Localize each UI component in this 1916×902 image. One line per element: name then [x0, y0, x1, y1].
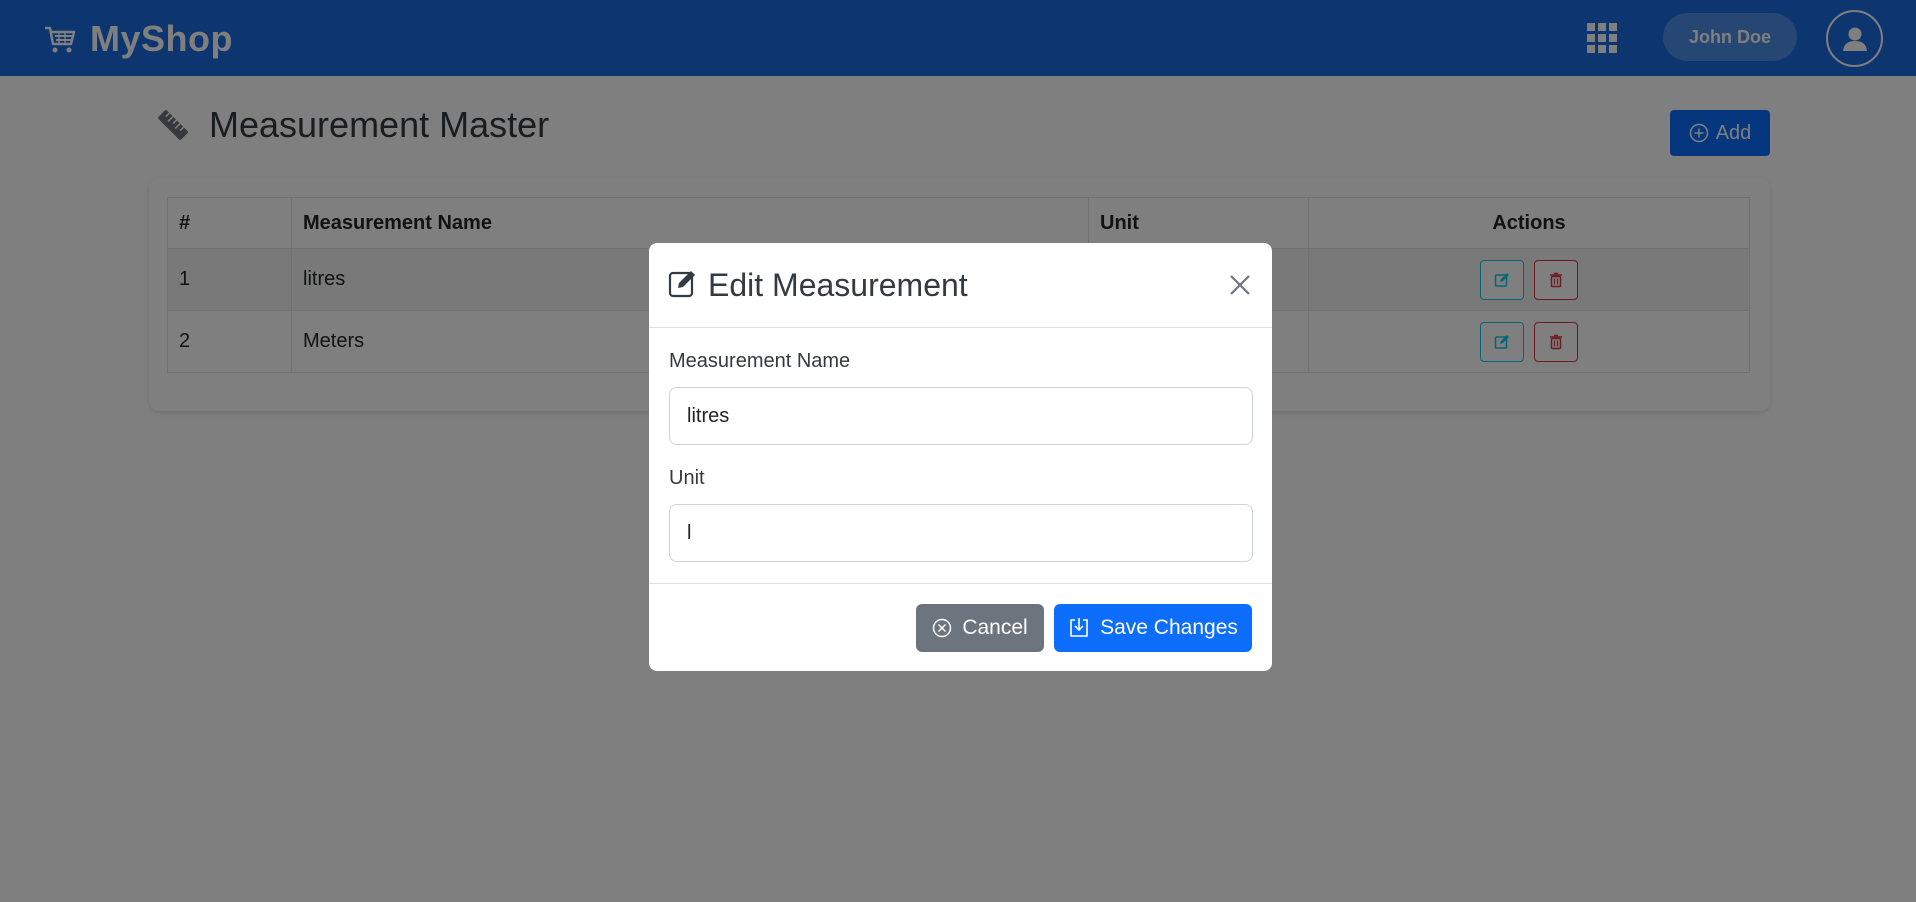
- unit-label: Unit: [669, 467, 705, 489]
- x-circle-icon: [933, 618, 952, 638]
- measurement-name-label: Measurement Name: [669, 350, 851, 372]
- save-changes-button[interactable]: Save Changes: [1054, 604, 1252, 652]
- save-icon: [1070, 618, 1088, 637]
- close-icon: [1230, 275, 1250, 295]
- modal-body: Measurement Name Unit: [649, 328, 1272, 583]
- modal-header: Edit Measurement: [649, 243, 1272, 328]
- measurement-name-input[interactable]: [669, 387, 1253, 445]
- save-changes-label: Save Changes: [1100, 616, 1238, 639]
- modal-title: Edit Measurement: [708, 266, 968, 303]
- edit-measurement-modal: Edit Measurement Measurement Name Unit C…: [649, 243, 1272, 671]
- cancel-button[interactable]: Cancel: [916, 604, 1044, 652]
- close-button[interactable]: [1224, 269, 1256, 301]
- modal-footer: Cancel Save Changes: [649, 583, 1272, 671]
- cancel-button-label: Cancel: [962, 616, 1028, 639]
- unit-input[interactable]: [669, 504, 1253, 562]
- edit-square-icon: [668, 268, 698, 303]
